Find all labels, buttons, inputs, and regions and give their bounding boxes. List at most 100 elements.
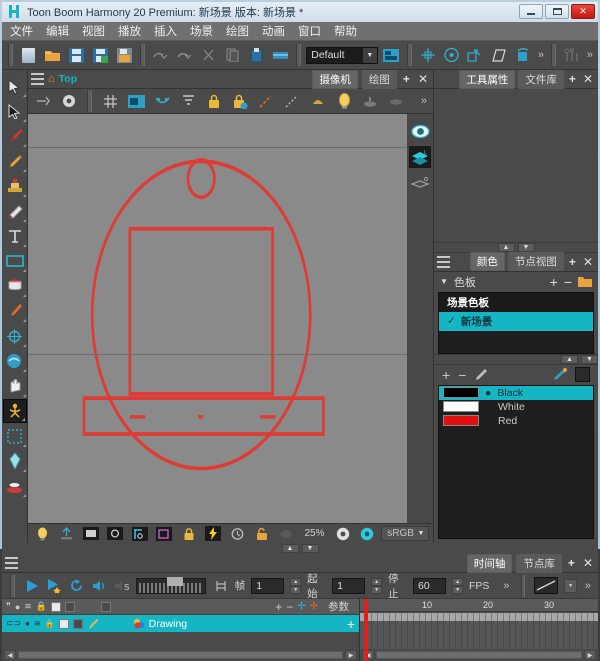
scroll-thumb[interactable]	[376, 651, 582, 659]
open-scene-icon[interactable]	[42, 44, 64, 66]
brush-tool[interactable]	[3, 124, 27, 148]
new-scene-icon[interactable]	[18, 44, 40, 66]
scroll-thumb[interactable]	[18, 651, 343, 659]
paint-tool[interactable]	[3, 274, 27, 298]
color-collapse-down-button[interactable]: ▼	[581, 355, 598, 364]
menu-item-edit[interactable]: 编辑	[46, 23, 69, 39]
lock-icon[interactable]	[178, 523, 198, 545]
paste-icon[interactable]	[246, 44, 268, 66]
color-space-dropdown[interactable]: sRGB ▼	[381, 526, 429, 541]
playhead[interactable]	[364, 599, 368, 661]
redo-icon[interactable]	[174, 44, 196, 66]
timeline-right-hscrollbar[interactable]: ◀ ▶	[360, 649, 598, 661]
flash-icon[interactable]	[203, 523, 223, 545]
palette-list[interactable]: 场景色板 ✓ 新场景	[438, 292, 594, 354]
cut-icon[interactable]	[198, 44, 220, 66]
lock2-icon[interactable]	[252, 523, 272, 545]
lock-icon[interactable]	[203, 90, 225, 112]
clipboard-icon[interactable]	[269, 44, 291, 66]
timeline-layer-row[interactable]: ⊂⊃ ● ≋ 🔒 Drawing +	[2, 615, 359, 632]
color-icon[interactable]	[51, 602, 61, 612]
collapse-down-button[interactable]: ▼	[518, 243, 535, 252]
scroll-right-button[interactable]: ▶	[584, 650, 596, 660]
layer-thumb-icon[interactable]	[73, 619, 83, 629]
play-selection-icon[interactable]	[46, 577, 62, 595]
deformation-icon[interactable]	[561, 44, 583, 66]
camera-toolbar-overflow-icon[interactable]: »	[419, 95, 429, 107]
flip-icon[interactable]	[512, 44, 534, 66]
check-icon[interactable]: ✓	[447, 315, 456, 327]
text-tool[interactable]	[3, 224, 27, 248]
add-peg-icon[interactable]: ✛	[297, 601, 305, 612]
layer-add-icon[interactable]: +	[347, 616, 355, 632]
transform-icon[interactable]	[417, 44, 439, 66]
close-view-button[interactable]: ✕	[416, 72, 430, 86]
pencil-tool[interactable]	[3, 149, 27, 173]
minimize-button[interactable]	[519, 4, 543, 19]
add-view-button[interactable]: +	[401, 72, 412, 86]
panel-splitter[interactable]: ▲ ▼	[434, 242, 598, 253]
timeline-frame-strip[interactable]	[360, 613, 598, 621]
smile-guide-icon[interactable]	[151, 90, 173, 112]
close-color-panel-button[interactable]: ✕	[581, 255, 595, 269]
remove-layer-icon[interactable]: −	[286, 600, 293, 614]
layer-pencil-icon[interactable]	[87, 618, 99, 630]
color-collapse-up-button[interactable]: ▲	[561, 355, 578, 364]
add-color-panel-button[interactable]: +	[567, 255, 578, 269]
thumbnail-icon[interactable]	[101, 602, 111, 612]
scroll-left-button[interactable]: ◀	[4, 650, 16, 660]
sound-scrub-icon[interactable]: S	[113, 577, 130, 595]
link-icon[interactable]: ❞	[6, 601, 11, 612]
render-icon[interactable]	[105, 523, 125, 545]
colour-row-black[interactable]: ● Black	[439, 386, 593, 400]
edit-color-icon[interactable]	[474, 368, 488, 381]
interpolation-icon[interactable]	[534, 577, 558, 594]
loop-icon[interactable]	[68, 577, 84, 595]
color-splitter[interactable]: ▲ ▼	[434, 354, 598, 365]
tab-tool-properties[interactable]: 工具属性	[459, 70, 515, 89]
start-stepper[interactable]: ▲▼	[371, 578, 382, 594]
render-settings-icon[interactable]	[332, 523, 352, 545]
playback-speed-slider[interactable]	[136, 578, 207, 594]
frame-field[interactable]: 1	[251, 578, 284, 594]
menu-item-window[interactable]: 窗口	[298, 23, 321, 39]
scroll-right-button[interactable]: ▶	[345, 650, 357, 660]
save-all-icon[interactable]	[90, 44, 112, 66]
add-timeline-panel-button[interactable]: +	[566, 556, 577, 570]
current-color-swatch[interactable]	[575, 367, 590, 382]
polyline-tool[interactable]	[3, 449, 27, 473]
light-table-icon[interactable]: L	[409, 146, 431, 168]
menu-item-view[interactable]: 视图	[82, 23, 105, 39]
record-icon[interactable]: ●	[15, 602, 20, 612]
timeline-menu-icon[interactable]	[5, 557, 18, 569]
history-icon[interactable]	[227, 523, 247, 545]
cutter-tool[interactable]	[3, 99, 27, 123]
timeline-ruler[interactable]: 10 20 30	[360, 599, 598, 612]
stroke-icon[interactable]	[281, 90, 303, 112]
add-group-icon[interactable]: ✛	[310, 601, 318, 612]
dropper-tool[interactable]	[3, 299, 27, 323]
panel-menu-icon[interactable]	[31, 73, 44, 85]
frame-icon[interactable]	[81, 523, 101, 545]
frame-stepper[interactable]: ▲▼	[290, 578, 301, 594]
guide-icon[interactable]	[130, 523, 150, 545]
lock-icon[interactable]: 🔒	[36, 601, 47, 612]
close-panel-button[interactable]: ✕	[581, 72, 595, 86]
toolbar-overflow2-icon[interactable]: »	[585, 49, 595, 61]
colour-row-red[interactable]: Red	[439, 414, 593, 428]
select-tool[interactable]	[3, 74, 27, 98]
start-field[interactable]: 1	[332, 578, 365, 594]
pivot-tool[interactable]	[3, 324, 27, 348]
layer-link-icon[interactable]: ⊂⊃	[6, 618, 21, 629]
light-icon[interactable]	[307, 90, 329, 112]
interpolation-dropdown[interactable]: ▼	[564, 579, 577, 593]
ink-tool[interactable]	[3, 474, 27, 498]
tab-drawing[interactable]: 绘图	[362, 70, 397, 89]
maximize-button[interactable]	[545, 4, 569, 19]
onion-icon[interactable]	[65, 602, 75, 612]
chevron-down-icon[interactable]: ▼	[440, 277, 448, 286]
tab-library[interactable]: 文件库	[518, 70, 564, 89]
field-chart-icon[interactable]	[125, 90, 147, 112]
add-layer-icon[interactable]: +	[275, 600, 282, 614]
layer-lock-icon[interactable]: 🔒	[45, 619, 55, 628]
